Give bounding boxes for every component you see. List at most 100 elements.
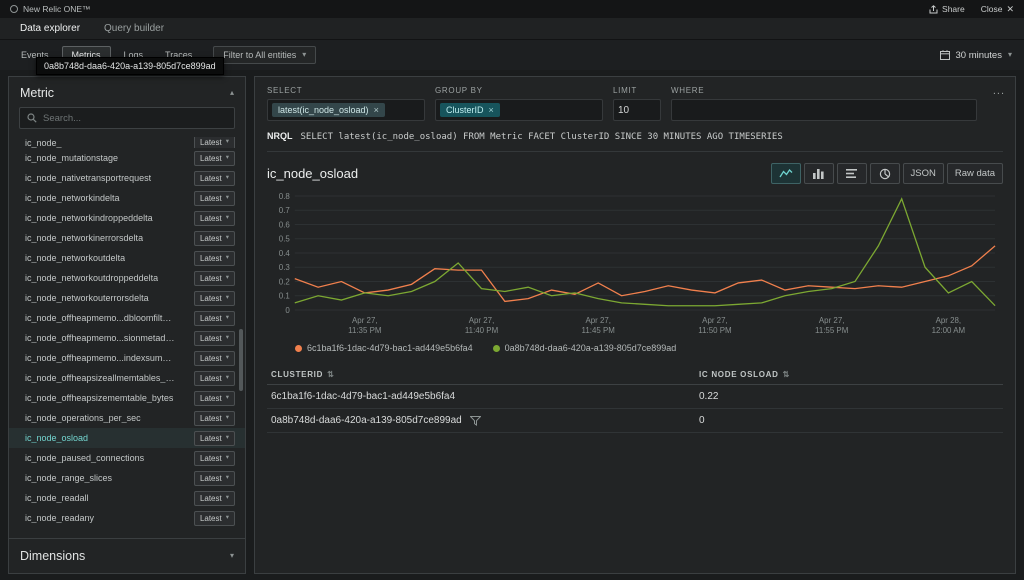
metric-list: ic_node_Latest▾ ic_node_mutationstage Late… [9,135,245,530]
aggregator-dropdown[interactable]: Latest▾ [194,271,235,286]
metric-list-item[interactable]: ic_node_range_slicesLatest▾ [9,468,245,488]
aggregator-label: Latest [200,314,222,323]
metric-list-item[interactable]: ic_node_networkindeltaLatest▾ [9,188,245,208]
aggregator-dropdown[interactable]: Latest▾ [194,351,235,366]
aggregator-dropdown[interactable]: Latest▾ [194,331,235,346]
table-row[interactable]: 6c1ba1f6-1dac-4d79-bac1-ad449e5b6fa40.22 [267,385,1003,409]
chart-header: ic_node_osload JSON Raw data [267,152,1003,188]
dimensions-section-header[interactable]: Dimensions ▾ [9,538,245,573]
chevron-down-icon: ▾ [226,195,229,202]
metric-list-item[interactable]: ic_node_Latest▾ [9,137,245,148]
raw-data-button[interactable]: Raw data [947,163,1003,184]
filter-icon[interactable] [470,416,481,426]
select-input[interactable]: latest(ic_node_osload) × [267,99,425,121]
metric-list-item[interactable]: ic_node_networkindroppeddeltaLatest▾ [9,208,245,228]
where-input[interactable] [671,99,977,121]
aggregator-dropdown[interactable]: Latest▾ [194,311,235,326]
chevron-down-icon: ▾ [226,255,229,262]
time-range-dropdown[interactable]: 30 minutes ▾ [940,50,1013,61]
aggregator-dropdown[interactable]: Latest▾ [194,191,235,206]
summary-list-icon [845,168,858,179]
metric-list-item[interactable]: ic_node_paused_connectionsLatest▾ [9,448,245,468]
aggregator-dropdown[interactable]: Latest▾ [194,137,235,148]
group-by-chip[interactable]: ClusterID × [440,103,500,117]
aggregator-dropdown[interactable]: Latest▾ [194,411,235,426]
metric-list-item[interactable]: ic_node_nativetransportrequestLatest▾ [9,168,245,188]
metric-list-item[interactable]: ic_node_networkoutdroppeddeltaLatest▾ [9,268,245,288]
tab-query-builder[interactable]: Query builder [92,18,176,39]
aggregator-dropdown[interactable]: Latest▾ [194,511,235,526]
metric-list-item[interactable]: ic_node_readallLatest▾ [9,488,245,508]
line-chart-button[interactable] [771,163,801,184]
svg-text:11:35 PM: 11:35 PM [348,326,381,335]
metric-list-item[interactable]: ic_node_offheapsizememtable_bytesLatest▾ [9,388,245,408]
timeseries-chart[interactable]: 00.10.20.30.40.50.60.70.8Apr 27,11:35 PM… [267,188,1003,340]
aggregator-dropdown[interactable]: Latest▾ [194,471,235,486]
summary-table-button[interactable] [837,163,867,184]
metric-name: ic_node_mutationstage [25,153,118,163]
clusterid-column-header[interactable]: CLUSTERID ⇅ [271,370,699,379]
aggregator-dropdown[interactable]: Latest▾ [194,211,235,226]
metric-list-item[interactable]: ic_node_mutationstage Latest▾ [9,148,245,168]
table-header-row: CLUSTERID ⇅ IC NODE OSLOAD ⇅ [267,365,1003,385]
svg-text:11:40 PM: 11:40 PM [465,326,498,335]
aggregator-dropdown[interactable]: Latest▾ [194,291,235,306]
aggregator-dropdown[interactable]: Latest▾ [194,151,235,166]
osload-header-label: IC NODE OSLOAD [699,370,779,379]
metric-list-item[interactable]: ic_node_offheapmemo...dbloomfilter_bytes… [9,308,245,328]
chevron-down-icon: ▾ [302,51,306,59]
pie-chart-button[interactable] [870,163,900,184]
json-button[interactable]: JSON [903,163,944,184]
metric-list-item[interactable]: ic_node_osloadLatest▾ [9,428,245,448]
chart-title: ic_node_osload [267,166,358,181]
group-by-input[interactable]: ClusterID × [435,99,603,121]
metric-list-item[interactable]: ic_node_operations_per_secLatest▾ [9,408,245,428]
tab-data-explorer[interactable]: Data explorer [8,18,92,39]
aggregator-dropdown[interactable]: Latest▾ [194,251,235,266]
aggregator-dropdown[interactable]: Latest▾ [194,231,235,246]
aggregator-label: Latest [200,174,222,183]
metric-name: ic_node_networkinerrorsdelta [25,233,143,243]
metric-list-item[interactable]: ic_node_offheapmemo...indexsummary_bytes… [9,348,245,368]
metric-list-item[interactable]: ic_node_offheapsizeallmemtables_bytesLat… [9,368,245,388]
group-by-chip-label: ClusterID [446,105,484,115]
close-button[interactable]: Close ✕ [981,4,1014,15]
metric-list-item[interactable]: ic_node_offheapmemo...sionmetadata_bytes… [9,328,245,348]
aggregator-dropdown[interactable]: Latest▾ [194,491,235,506]
share-label: Share [942,4,965,14]
metric-list-item[interactable]: ic_node_networkinerrorsdelta Latest▾ [9,228,245,248]
sidebar-scrollbar[interactable] [239,329,243,391]
table-row[interactable]: 0a8b748d-daa6-420a-a139-805d7ce899ad0 [267,409,1003,433]
aggregator-dropdown[interactable]: Latest▾ [194,391,235,406]
osload-column-header[interactable]: IC NODE OSLOAD ⇅ [699,370,999,379]
aggregator-dropdown[interactable]: Latest▾ [194,431,235,446]
bar-chart-button[interactable] [804,163,834,184]
chevron-down-icon: ▾ [230,552,234,560]
legend-item[interactable]: 6c1ba1f6-1dac-4d79-bac1-ad449e5b6fa4 [295,343,473,353]
remove-chip-icon[interactable]: × [374,105,379,115]
search-input[interactable] [43,113,227,124]
sort-icon[interactable]: ⇅ [327,370,334,379]
svg-text:0.2: 0.2 [279,277,291,286]
aggregator-dropdown[interactable]: Latest▾ [194,371,235,386]
svg-text:0.7: 0.7 [279,206,291,215]
legend-item[interactable]: 0a8b748d-daa6-420a-a139-805d7ce899ad [493,343,677,353]
new-relic-logo-icon [10,5,18,13]
select-chip[interactable]: latest(ic_node_osload) × [272,103,385,117]
aggregator-label: Latest [200,434,222,443]
remove-chip-icon[interactable]: × [489,105,494,115]
chevron-down-icon: ▾ [226,295,229,302]
aggregator-dropdown[interactable]: Latest▾ [194,451,235,466]
share-button[interactable]: Share [929,4,965,14]
nrql-query-text[interactable]: SELECT latest(ic_node_osload) FROM Metri… [301,132,783,142]
metric-section-header[interactable]: Metric ▴ [9,77,245,107]
aggregator-dropdown[interactable]: Latest▾ [194,171,235,186]
metric-list-item[interactable]: ic_node_networkouterrorsdeltaLatest▾ [9,288,245,308]
search-icon [27,113,37,123]
metric-list-item[interactable]: ic_node_readanyLatest▾ [9,508,245,528]
metric-list-item[interactable]: ic_node_networkoutdeltaLatest▾ [9,248,245,268]
entity-filter-dropdown[interactable]: Filter to All entities ▾ [213,46,316,64]
overflow-menu-button[interactable]: ... [993,85,1005,97]
limit-input[interactable]: 10 [613,99,661,121]
sort-icon[interactable]: ⇅ [783,370,790,379]
